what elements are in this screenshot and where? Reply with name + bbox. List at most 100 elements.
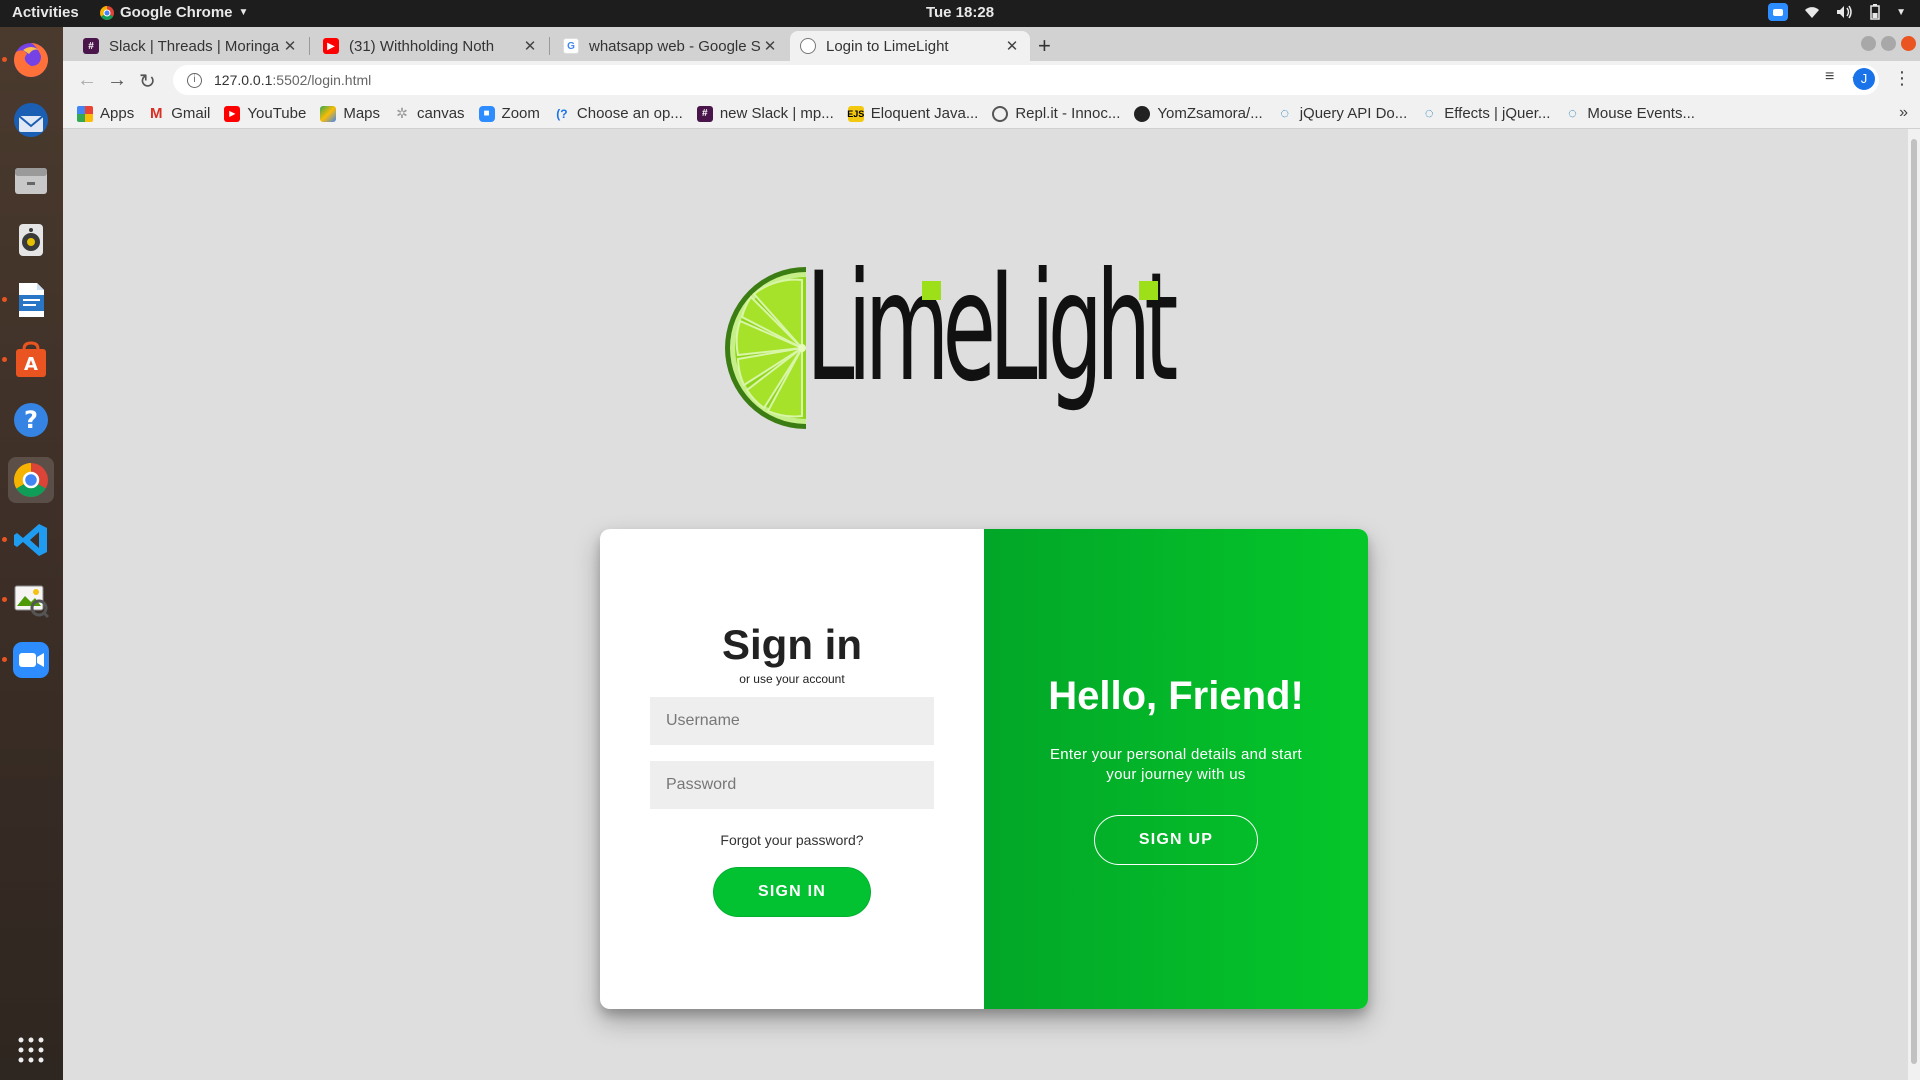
- system-tray[interactable]: ▼: [1768, 3, 1906, 21]
- signin-title: Sign in: [722, 621, 862, 668]
- forgot-password-link[interactable]: Forgot your password?: [600, 832, 984, 848]
- chevron-down-icon: ▼: [238, 7, 249, 18]
- username-input[interactable]: [650, 697, 934, 745]
- chrome-window: # Slack | Threads | Moringa ✕ ▶ (31) Wit…: [63, 27, 1920, 1080]
- limelight-logo: LimeLight: [718, 253, 1258, 439]
- logo-wordmark: LimeLight: [806, 241, 1178, 415]
- url-host: 127.0.0.1: [214, 72, 273, 88]
- replit-icon: [992, 105, 1009, 122]
- wifi-icon: [1805, 7, 1820, 18]
- running-indicator: [2, 357, 7, 362]
- zoom-dock-icon[interactable]: [8, 637, 54, 683]
- forward-arrow-icon[interactable]: →: [107, 69, 127, 92]
- bookmarks-overflow-icon[interactable]: »: [1899, 104, 1908, 122]
- rhythmbox-icon[interactable]: [8, 217, 54, 263]
- firefox-icon[interactable]: [8, 37, 54, 83]
- choose-icon: (?: [556, 106, 568, 121]
- running-indicator: [2, 657, 7, 662]
- help-icon[interactable]: ?: [8, 397, 54, 443]
- close-icon[interactable]: ✕: [762, 37, 778, 55]
- logo-i-dot: [922, 281, 941, 300]
- bookmark-maps[interactable]: Maps: [320, 105, 380, 122]
- bookmark-label: Choose an op...: [576, 105, 683, 122]
- show-applications-icon[interactable]: [8, 1027, 54, 1073]
- jquery-icon: ◌: [1424, 105, 1434, 122]
- sign-in-button[interactable]: SIGN IN: [713, 867, 871, 917]
- bookmark-new-slack[interactable]: # new Slack | mp...: [696, 105, 834, 122]
- back-arrow-icon[interactable]: ←: [77, 69, 97, 92]
- bookmark-label: Maps: [343, 105, 381, 122]
- canvas-icon: ✲: [396, 105, 408, 121]
- url-text: 127.0.0.1:5502/login.html: [214, 72, 371, 88]
- maximize-icon[interactable]: [1881, 36, 1896, 51]
- bookmark-youtube[interactable]: ▶ YouTube: [224, 105, 306, 122]
- address-bar[interactable]: i 127.0.0.1:5502/login.html ☆: [173, 65, 1879, 95]
- page-scrollbar[interactable]: [1908, 129, 1920, 1080]
- bookmark-zoom[interactable]: ■ Zoom: [478, 105, 540, 122]
- chrome-dock-icon[interactable]: [8, 457, 54, 503]
- tab-google-search[interactable]: G whatsapp web - Google S ✕: [553, 31, 788, 61]
- thunderbird-icon[interactable]: [8, 97, 54, 143]
- bookmark-label: YomZsamora/...: [1157, 105, 1263, 122]
- vscode-icon[interactable]: [8, 517, 54, 563]
- zoom-icon: ■: [478, 105, 495, 122]
- app-menu[interactable]: Google Chrome ▼: [100, 4, 248, 21]
- software-center-icon[interactable]: A: [8, 337, 54, 383]
- running-indicator: [2, 297, 7, 302]
- site-info-icon[interactable]: i: [187, 72, 202, 88]
- app-menu-label: Google Chrome: [120, 4, 233, 21]
- running-indicator: [2, 537, 7, 542]
- scrollbar-thumb[interactable]: [1911, 139, 1917, 1064]
- logo-i-dot: [1139, 281, 1158, 300]
- bookmark-github[interactable]: YomZsamora/...: [1134, 105, 1263, 122]
- power-menu-arrow-icon[interactable]: ▼: [1896, 7, 1906, 18]
- bookmark-apps[interactable]: Apps: [77, 105, 134, 122]
- tab-youtube[interactable]: ▶ (31) Withholding Noth ✕: [313, 31, 548, 61]
- bookmark-label: Effects | jQuer...: [1444, 105, 1551, 122]
- login-card: Sign in or use your account Forgot your …: [600, 529, 1368, 1009]
- password-input[interactable]: [650, 761, 934, 809]
- slack-icon: #: [696, 105, 713, 122]
- close-icon[interactable]: ✕: [282, 37, 298, 55]
- signin-panel: Sign in or use your account Forgot your …: [600, 529, 984, 1009]
- maps-icon: [320, 105, 337, 122]
- gmail-icon: M: [149, 105, 163, 122]
- profile-button[interactable]: J: [1853, 68, 1875, 90]
- bookmark-choose[interactable]: (? Choose an op...: [554, 105, 683, 122]
- more-menu-icon[interactable]: ⋮: [1893, 68, 1911, 89]
- volume-icon: [1837, 5, 1852, 19]
- bookmark-mouse-events[interactable]: ◌ Mouse Events...: [1564, 105, 1695, 122]
- bookmark-label: YouTube: [247, 105, 307, 122]
- bookmark-label: Zoom: [501, 105, 540, 122]
- image-viewer-icon[interactable]: [8, 577, 54, 623]
- bookmark-canvas[interactable]: ✲ canvas: [394, 105, 464, 122]
- bookmark-jquery-api[interactable]: ◌ jQuery API Do...: [1277, 105, 1407, 122]
- tab-title: (31) Withholding Noth: [349, 37, 495, 55]
- bookmark-label: Apps: [100, 105, 135, 122]
- clock[interactable]: Tue 18:28: [0, 4, 1920, 21]
- zoom-tray-icon[interactable]: [1768, 3, 1789, 21]
- bookmark-jquery-effects[interactable]: ◌ Effects | jQuer...: [1421, 105, 1551, 122]
- activities-button[interactable]: Activities: [12, 4, 79, 21]
- bookmark-replit[interactable]: Repl.it - Innoc...: [992, 105, 1120, 122]
- lime-slice-icon: [725, 267, 806, 429]
- new-tab-icon[interactable]: +: [1038, 33, 1051, 59]
- media-queue-icon[interactable]: ≡: [1825, 68, 1834, 86]
- close-icon[interactable]: ✕: [522, 37, 538, 55]
- bookmark-gmail[interactable]: M Gmail: [148, 105, 210, 122]
- bookmark-eloquent-js[interactable]: EJS Eloquent Java...: [847, 105, 979, 122]
- sign-up-button[interactable]: SIGN UP: [1094, 815, 1258, 865]
- tab-separator: [549, 37, 550, 55]
- window-close-icon[interactable]: [1901, 36, 1916, 51]
- tab-slack[interactable]: # Slack | Threads | Moringa ✕: [73, 31, 308, 61]
- bookmark-label: Eloquent Java...: [870, 105, 979, 122]
- globe-icon: [800, 38, 816, 54]
- files-icon[interactable]: [8, 157, 54, 203]
- tab-login-limelight[interactable]: Login to LimeLight ✕: [790, 31, 1030, 61]
- minimize-icon[interactable]: [1861, 36, 1876, 51]
- close-icon[interactable]: ✕: [1004, 37, 1020, 55]
- libreoffice-writer-icon[interactable]: [8, 277, 54, 323]
- youtube-icon: ▶: [323, 38, 339, 54]
- reload-icon[interactable]: ↻: [139, 69, 156, 94]
- tab-title: Login to LimeLight: [826, 37, 949, 55]
